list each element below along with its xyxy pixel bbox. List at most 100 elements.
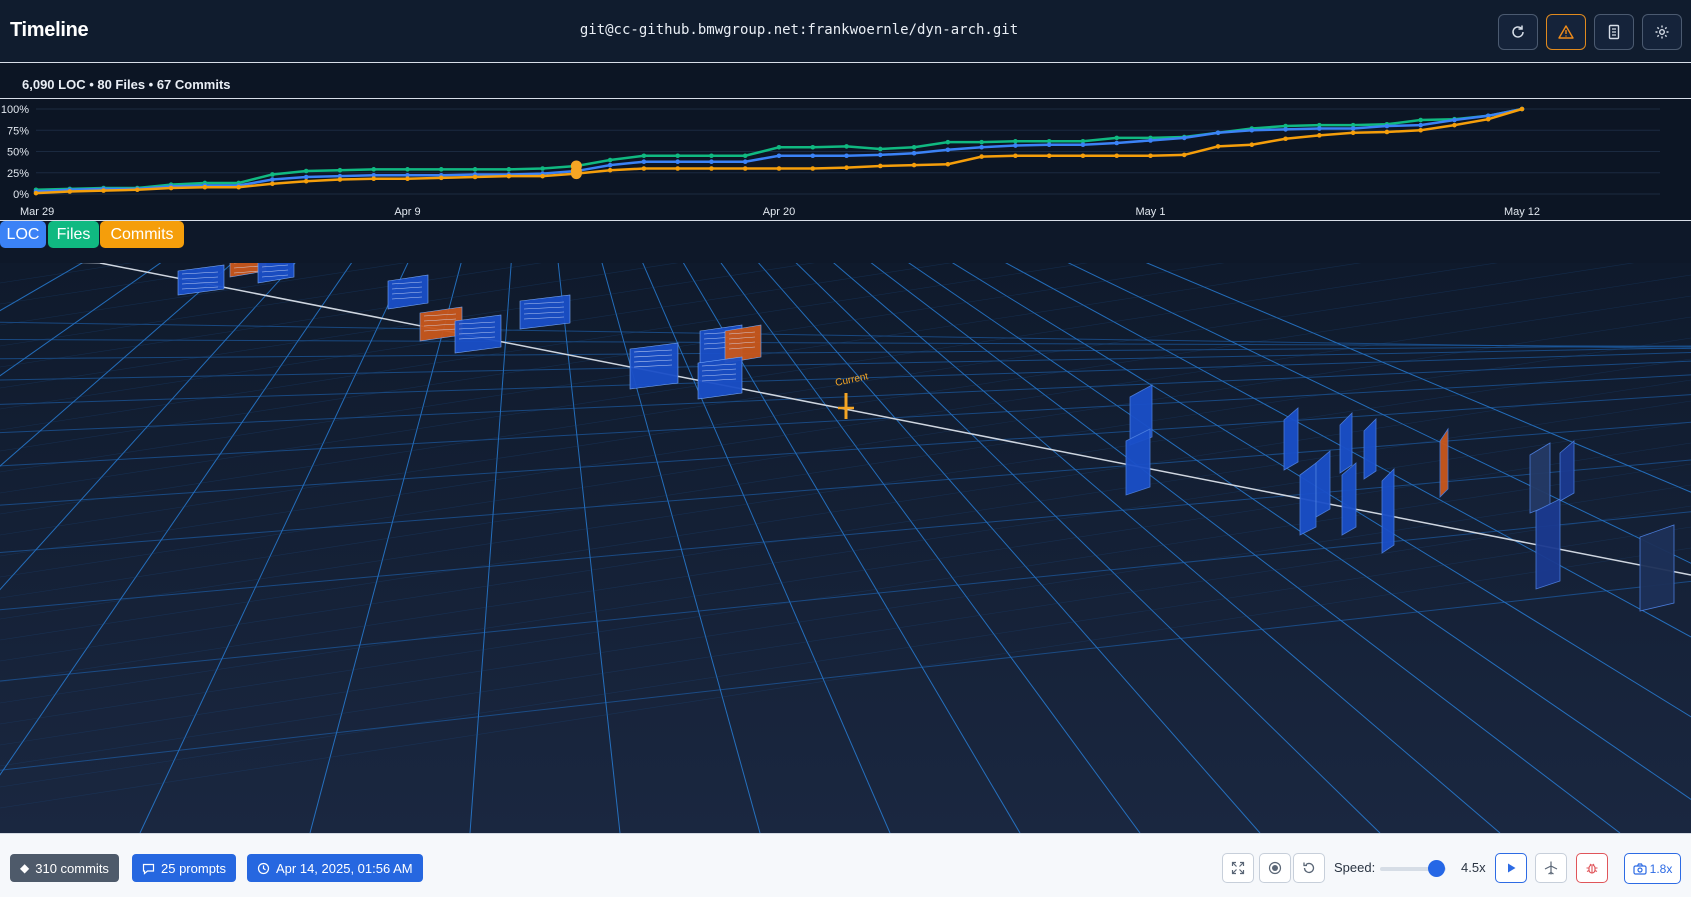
clock-icon bbox=[257, 862, 270, 874]
data-point-commits bbox=[303, 178, 309, 184]
growth-chart[interactable]: 0% 25% 50% 75% 100% Mar 29 Apr 9 Apr 20 May 1 May… bbox=[0, 99, 1691, 221]
current-date: Apr 14, 2025, 01:56 AM bbox=[276, 860, 413, 876]
flight-mode-button[interactable] bbox=[1535, 853, 1567, 883]
reset-view-button[interactable] bbox=[1293, 853, 1325, 883]
date-badge[interactable]: Apr 14, 2025, 01:56 AM bbox=[247, 854, 423, 882]
data-point-files bbox=[776, 144, 782, 150]
data-point-loc bbox=[810, 153, 816, 159]
x-tick-label: May 1 bbox=[1136, 206, 1166, 218]
camera-zoom-button[interactable]: 1.8x bbox=[1624, 853, 1681, 884]
focus-button[interactable] bbox=[1259, 853, 1291, 883]
speed-label: Speed: bbox=[1334, 860, 1376, 875]
data-point-commits bbox=[135, 187, 140, 193]
data-point-commits bbox=[438, 175, 444, 181]
data-point-loc bbox=[776, 153, 782, 159]
commit-card bbox=[1381, 468, 1395, 554]
timeline-3d-scene[interactable]: Current bbox=[0, 263, 1691, 833]
commit-card bbox=[1299, 462, 1317, 536]
data-point-loc bbox=[1418, 122, 1423, 128]
play-button[interactable] bbox=[1495, 853, 1527, 883]
data-point-commits bbox=[405, 176, 410, 181]
data-point-loc bbox=[1046, 142, 1052, 147]
data-point-commits bbox=[1317, 133, 1322, 138]
repo-url: git@cc-github.bmwgroup.net:frankwoernle/… bbox=[579, 22, 1019, 38]
data-point-commits bbox=[67, 189, 73, 194]
data-point-loc bbox=[1013, 143, 1018, 148]
y-tick-label: 50% bbox=[7, 147, 29, 159]
chart-legend: LOC Files Commits bbox=[0, 221, 1691, 263]
x-tick-label: Mar 29 bbox=[20, 206, 54, 218]
data-point-loc bbox=[303, 174, 309, 180]
legend-loc-toggle[interactable]: LOC bbox=[0, 221, 46, 248]
data-point-commits bbox=[202, 184, 208, 190]
data-point-loc bbox=[911, 150, 917, 156]
prompts-badge[interactable]: 25 prompts bbox=[132, 854, 237, 882]
data-point-files bbox=[405, 167, 410, 172]
data-point-loc bbox=[1249, 127, 1255, 133]
data-point-commits bbox=[979, 154, 984, 159]
speed-value: 4.5x bbox=[1461, 860, 1486, 875]
fullscreen-button[interactable] bbox=[1222, 853, 1254, 883]
data-point-files bbox=[438, 167, 444, 172]
bottom-bar: ◆ 310 commits 25 prompts Apr 14, 2025, 0… bbox=[0, 833, 1691, 897]
data-point-commits bbox=[776, 166, 782, 171]
debug-button[interactable] bbox=[1576, 853, 1608, 883]
data-point-loc bbox=[844, 153, 849, 159]
data-point-commits bbox=[236, 184, 241, 190]
x-tick-label: Apr 20 bbox=[763, 206, 795, 218]
warning-button[interactable] bbox=[1546, 14, 1586, 50]
data-point-commits bbox=[506, 173, 512, 179]
data-point-files bbox=[742, 153, 748, 159]
data-point-commits bbox=[33, 190, 39, 196]
data-point-commits bbox=[810, 166, 816, 171]
x-tick-label: Apr 9 bbox=[394, 206, 420, 218]
data-point-files bbox=[270, 172, 275, 177]
settings-button[interactable] bbox=[1642, 14, 1682, 50]
commit-card bbox=[1315, 450, 1331, 518]
data-point-loc bbox=[878, 152, 883, 158]
data-point-loc bbox=[607, 162, 613, 168]
data-point-commits bbox=[675, 166, 680, 171]
repo-stats: 6,090 LOC • 80 Files • 67 Commits bbox=[22, 77, 231, 92]
git-commit-icon: ◆ bbox=[20, 861, 30, 875]
y-tick-label: 0% bbox=[13, 189, 29, 201]
refresh-button[interactable] bbox=[1498, 14, 1538, 50]
data-point-loc bbox=[675, 159, 680, 164]
data-point-files bbox=[540, 166, 545, 171]
commit-card bbox=[697, 356, 743, 400]
camera-icon bbox=[1633, 862, 1647, 875]
speed-slider-thumb[interactable] bbox=[1428, 860, 1446, 877]
x-tick-label: May 12 bbox=[1504, 206, 1540, 218]
warning-triangle-icon bbox=[1558, 25, 1574, 39]
data-point-commits bbox=[371, 176, 377, 181]
data-point-loc bbox=[270, 177, 275, 182]
data-point-commits bbox=[844, 165, 849, 170]
legend-commits-toggle[interactable]: Commits bbox=[100, 221, 184, 248]
data-point-loc bbox=[742, 159, 748, 164]
data-point-files bbox=[911, 144, 917, 150]
prompts-count: 25 prompts bbox=[161, 860, 227, 876]
data-point-loc bbox=[1148, 138, 1153, 143]
data-point-commits bbox=[1418, 127, 1423, 133]
data-point-files bbox=[979, 139, 984, 145]
bug-icon bbox=[1586, 863, 1598, 874]
data-point-loc bbox=[1181, 135, 1187, 141]
gear-icon bbox=[1655, 25, 1669, 39]
data-point-commits bbox=[1148, 153, 1153, 159]
data-point-loc bbox=[709, 159, 714, 164]
commits-badge[interactable]: ◆ 310 commits bbox=[10, 854, 119, 882]
data-point-loc bbox=[1080, 142, 1086, 147]
data-point-files bbox=[675, 153, 680, 159]
data-point-files bbox=[844, 144, 849, 149]
legend-files-toggle[interactable]: Files bbox=[48, 221, 99, 248]
data-point-loc bbox=[1283, 127, 1288, 132]
data-point-commits bbox=[1283, 136, 1288, 142]
commit-card bbox=[1639, 524, 1675, 612]
data-point-commits bbox=[1181, 152, 1187, 158]
data-point-commits bbox=[1080, 153, 1086, 159]
data-point-commits bbox=[1384, 129, 1390, 135]
data-point-commits bbox=[168, 185, 174, 191]
data-point-files bbox=[1418, 117, 1423, 123]
data-point-files bbox=[945, 139, 951, 145]
document-button[interactable] bbox=[1594, 14, 1634, 50]
